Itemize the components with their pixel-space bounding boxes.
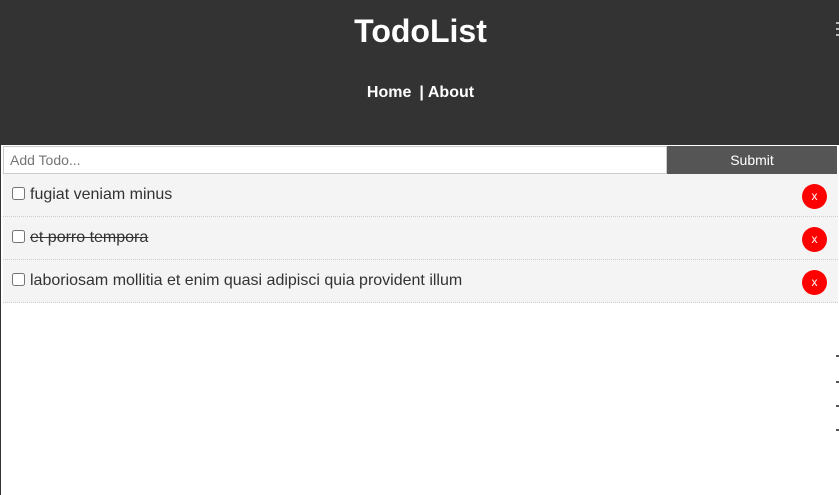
add-todo-form: Submit	[3, 146, 837, 174]
todo-complete-checkbox[interactable]	[12, 273, 25, 286]
todo-item: laboriosam mollitia et enim quasi adipis…	[3, 260, 838, 303]
todo-title: laboriosam mollitia et enim quasi adipis…	[30, 272, 463, 289]
app-header: TodoList Home | About	[1, 0, 839, 145]
app-title: TodoList	[354, 13, 487, 49]
todo-complete-checkbox[interactable]	[12, 230, 25, 243]
todo-title: fugiat veniam minus	[30, 186, 173, 203]
nav-home-link[interactable]: Home	[367, 84, 411, 101]
add-todo-input[interactable]	[3, 146, 667, 174]
todo-title: et porro tempora	[30, 229, 149, 246]
todo-app: TodoList Home |About Submit fugiat veniam…	[0, 0, 839, 495]
todo-item: et porro tempora x	[3, 217, 838, 260]
submit-button[interactable]: Submit	[667, 146, 837, 174]
nav-about-link[interactable]: About	[428, 84, 474, 101]
delete-todo-button[interactable]: x	[802, 227, 827, 252]
nav-separator: |	[419, 84, 424, 101]
delete-todo-button[interactable]: x	[802, 270, 827, 295]
todo-complete-checkbox[interactable]	[12, 187, 25, 200]
delete-todo-button[interactable]: x	[802, 184, 827, 209]
todo-list: fugiat veniam minus x et porro tempora x…	[3, 174, 838, 303]
todo-item: fugiat veniam minus x	[3, 174, 838, 217]
main-nav: Home | About	[1, 83, 839, 103]
